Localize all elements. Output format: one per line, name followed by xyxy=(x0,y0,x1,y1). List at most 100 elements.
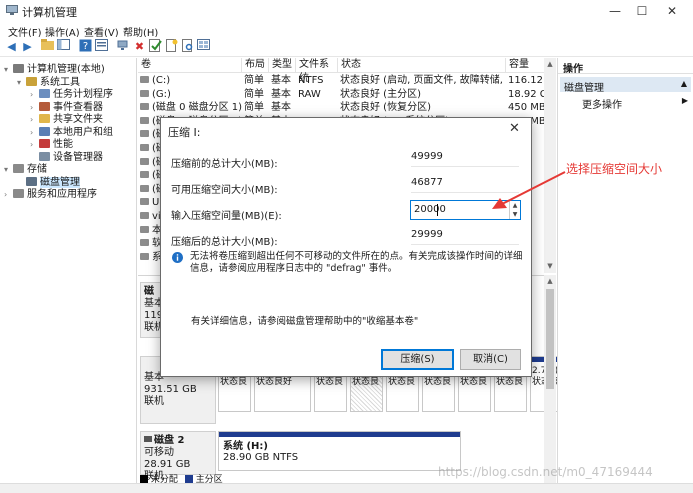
size-after-label: 压缩后的总计大小(MB): xyxy=(171,237,278,248)
table-cell: 状态良好 (启动, 页面文件, 故障转储, 主分区) xyxy=(340,75,506,86)
dialog-close-icon[interactable]: ✕ xyxy=(509,121,520,136)
title-bar: 计算机管理 — ☐ ✕ xyxy=(0,0,693,22)
submenu-arrow-icon: ▶ xyxy=(681,96,688,105)
cancel-button[interactable]: 取消(C) xyxy=(460,349,521,370)
column-header-type[interactable]: 类型 xyxy=(269,58,296,73)
text-cursor xyxy=(437,204,438,216)
volume-icon xyxy=(140,103,149,111)
diskmap-scrollbar[interactable]: ▲ xyxy=(544,275,556,483)
help-icon[interactable]: ? xyxy=(78,39,93,54)
partition-status: 状态良好 xyxy=(256,377,293,387)
table-cell: 简单 xyxy=(244,102,264,114)
table-cell: 基本 xyxy=(271,88,291,100)
table-cell: 状态良好 (主分区) xyxy=(340,88,421,100)
partition-status: 状态良 xyxy=(316,377,344,387)
disk2-title-row: 磁盘 2 xyxy=(144,435,212,447)
partition-status: 状态良 xyxy=(388,377,416,387)
actions-pane: 操作 磁盘管理 ▲ 更多操作 ▶ xyxy=(557,58,693,483)
column-header-volume[interactable]: 卷 xyxy=(138,58,242,73)
more-actions-item[interactable]: 更多操作 ▶ xyxy=(582,95,692,112)
column-header-filesystem[interactable]: 文件系统 xyxy=(296,58,338,84)
view-icon[interactable] xyxy=(196,39,211,54)
table-row[interactable]: (C:)简单基本NTFS状态良好 (启动, 页面文件, 故障转储, 主分区)11… xyxy=(138,74,556,88)
menu-bar: 文件(F) 操作(A) 查看(V) 帮助(H) xyxy=(0,22,693,39)
close-button[interactable]: ✕ xyxy=(657,0,687,22)
disk2-label[interactable]: 磁盘 2 可移动 28.91 GB 联机 xyxy=(140,431,216,482)
expand-arrow-icon[interactable]: ▾ xyxy=(17,78,26,87)
minimize-button[interactable]: — xyxy=(600,0,630,22)
status-bar xyxy=(0,483,693,493)
volume-icon xyxy=(140,144,149,151)
collapse-arrow-icon: ▲ xyxy=(680,79,687,88)
disk2-size: 28.91 GB xyxy=(144,459,191,470)
tree-node-label: 设备管理器 xyxy=(53,151,103,163)
volume-icon xyxy=(140,252,149,260)
scroll-down-arrow-icon[interactable]: ▼ xyxy=(544,262,556,270)
new-file-icon[interactable] xyxy=(164,39,179,54)
volume-icon xyxy=(140,225,149,233)
size-before-label: 压缩前的总计大小(MB): xyxy=(171,159,278,170)
collapse-arrow-icon[interactable]: › xyxy=(4,190,13,199)
scroll-up-arrow-icon[interactable]: ▲ xyxy=(544,60,556,68)
partition-status: 状态良 xyxy=(352,377,380,387)
shrink-dialog: 压缩 I: ✕ 压缩前的总计大小(MB): 49999 可用压缩空间大小(MB)… xyxy=(160,117,532,377)
diskmap-scroll-thumb[interactable] xyxy=(546,289,554,389)
available-size-label: 可用压缩空间大小(MB): xyxy=(171,185,278,196)
shrink-amount-input[interactable]: 20000 xyxy=(414,204,446,215)
expand-arrow-icon[interactable]: ▾ xyxy=(4,65,13,74)
connect-icon[interactable] xyxy=(116,39,131,54)
dialog-title: 压缩 I: xyxy=(168,126,201,139)
partition-status: 状态良 xyxy=(496,377,524,387)
partition-status: 状态良 xyxy=(220,377,248,387)
actions-header: 操作 xyxy=(558,58,693,75)
annotation-arrow-icon xyxy=(492,171,566,209)
removable-disk-icon xyxy=(144,436,152,442)
search-doc-icon[interactable] xyxy=(180,39,195,54)
table-cell: 状态良好 (恢复分区) xyxy=(340,102,431,114)
partition-status: 状态良 xyxy=(424,377,452,387)
table-row[interactable]: (磁盘 0 磁盘分区 1) 简单 基本 状态良好 (恢复分区) 450 MB xyxy=(138,101,556,115)
volume-icon xyxy=(140,130,149,138)
window-title: 计算机管理 xyxy=(22,6,77,19)
maximize-button[interactable]: ☐ xyxy=(627,0,657,22)
forward-icon[interactable]: ▶ xyxy=(20,39,35,54)
size-before-value: 49999 xyxy=(411,151,443,162)
volume-icon xyxy=(140,116,149,124)
shrink-button[interactable]: 压缩(S) xyxy=(381,349,454,370)
watermark-text: https://blog.csdn.net/m0_47169444 xyxy=(438,465,653,479)
diskmap-scroll-up-icon[interactable]: ▲ xyxy=(544,277,556,285)
back-icon[interactable]: ◀ xyxy=(4,39,19,54)
svg-text:?: ? xyxy=(83,41,88,52)
table-cell: 简单 xyxy=(244,75,264,86)
help-text: 有关详细信息，请参阅磁盘管理帮助中的"收缩基本卷" xyxy=(191,316,419,327)
show-hide-tree-icon[interactable] xyxy=(56,39,71,54)
expand-arrow-icon[interactable]: ▾ xyxy=(4,165,13,174)
table-cell: (C:) xyxy=(138,74,242,87)
column-header-status[interactable]: 状态 xyxy=(338,58,506,73)
navigation-tree: ▾ 计算机管理(本地) ▾ 系统工具 › 任务计划程序 › 事件查看器 › 共享文件夹 › 本地用户和… xyxy=(0,58,137,483)
legend-primary-swatch xyxy=(184,475,193,483)
table-cell: NTFS xyxy=(298,75,324,86)
actions-section-disk-management[interactable]: 磁盘管理 ▲ xyxy=(560,77,691,94)
tree-node[interactable]: › 服务和应用程序 xyxy=(4,185,97,200)
column-header-layout[interactable]: 布局 xyxy=(242,58,269,73)
primary-partition-band xyxy=(219,432,460,437)
toolbar: ◀ ▶ ? ✖ xyxy=(0,37,693,57)
delete-icon[interactable]: ✖ xyxy=(132,39,147,54)
volume-name: (磁盘 0 磁盘分区 1) xyxy=(152,102,242,114)
properties-icon[interactable] xyxy=(94,39,109,54)
disk2-partition-size: 28.90 GB NTFS xyxy=(223,452,299,463)
volume-icon xyxy=(140,76,149,83)
info-icon xyxy=(172,252,183,263)
up-folder-icon[interactable] xyxy=(40,39,55,54)
annotation-text: 选择压缩空间大小 xyxy=(566,162,663,176)
check-icon[interactable] xyxy=(148,39,163,54)
table-row[interactable]: (G:) 简单 基本 RAW 状态良好 (主分区) 18.92 GB xyxy=(138,88,556,102)
size-after-value: 29999 xyxy=(411,229,443,240)
volume-icon xyxy=(140,198,149,206)
disk2-partition-h[interactable]: 系统 (H:) 28.90 GB NTFS xyxy=(218,431,461,471)
volume-icon xyxy=(140,212,149,219)
legend-unallocated-swatch xyxy=(140,475,148,483)
table-cell: 基本 xyxy=(271,102,291,114)
more-actions-label: 更多操作 xyxy=(582,100,622,111)
